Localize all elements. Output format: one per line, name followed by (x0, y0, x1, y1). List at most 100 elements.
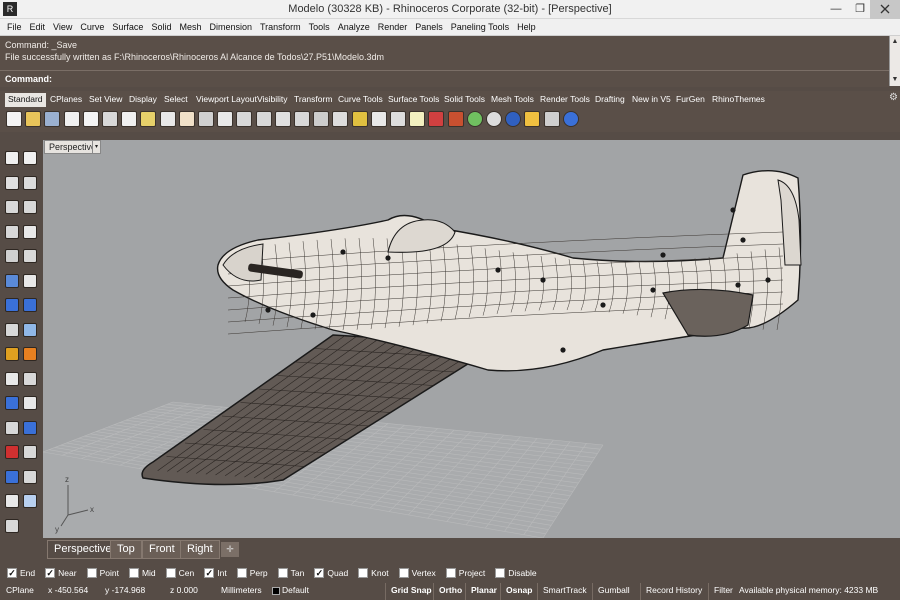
select-points-icon[interactable] (5, 151, 19, 165)
record-history-toggle[interactable]: Record History (640, 583, 707, 600)
gumball-icon[interactable] (5, 396, 19, 410)
menu-item-tools[interactable]: Tools (305, 22, 334, 32)
color-wheel-icon[interactable] (466, 111, 483, 127)
osnap-knot[interactable]: Knot (358, 567, 389, 578)
menu-item-dimension[interactable]: Dimension (205, 22, 256, 32)
tab-top[interactable]: Top (110, 540, 142, 559)
osnap-quad[interactable]: ✓ Quad (314, 567, 348, 578)
pan-icon[interactable] (178, 111, 195, 127)
scroll-down-icon[interactable]: ▼ (890, 74, 900, 86)
perspective-viewport[interactable]: z x y (43, 140, 900, 538)
polygon-icon[interactable] (5, 224, 19, 239)
checkbox[interactable] (165, 567, 176, 578)
osnap-end[interactable]: ✓ End (7, 567, 35, 578)
checkbox[interactable] (495, 567, 506, 578)
grid-icon[interactable] (23, 469, 37, 484)
checkbox[interactable]: ✓ (45, 567, 56, 578)
checkbox[interactable] (128, 567, 139, 578)
checkbox[interactable] (86, 567, 97, 578)
toolbar-tab-render-tools[interactable]: Render Tools (537, 93, 593, 107)
checkbox[interactable]: ✓ (314, 567, 325, 578)
toolbar-tab-drafting[interactable]: Drafting (592, 93, 628, 107)
toolbar-tab-transform[interactable]: Transform (291, 93, 335, 107)
toolbar-tab-solid-tools[interactable]: Solid Tools (441, 93, 488, 107)
more-tools-icon[interactable] (5, 518, 19, 533)
render-icon[interactable] (447, 111, 464, 127)
select-icon[interactable] (370, 111, 387, 127)
checkbox[interactable] (358, 567, 369, 578)
zoom-all-icon[interactable] (294, 111, 310, 127)
import-icon[interactable] (82, 111, 99, 127)
osnap-vertex[interactable]: Vertex (398, 567, 436, 578)
fillet-icon[interactable] (23, 347, 37, 361)
circle-icon[interactable] (5, 200, 19, 214)
osnap-perp[interactable]: Perp (236, 567, 268, 578)
osnap-near[interactable]: ✓ Near (45, 567, 77, 578)
paste-icon[interactable] (140, 111, 157, 127)
menu-item-transform[interactable]: Transform (256, 22, 305, 32)
rotate-view-icon[interactable] (198, 111, 214, 127)
osnap-project[interactable]: Project (445, 567, 485, 578)
smarttrack-toggle[interactable]: SmartTrack (537, 583, 592, 600)
menu-item-solid[interactable]: Solid (147, 22, 175, 32)
new-file-icon[interactable] (6, 111, 22, 127)
zoom-extents-icon[interactable] (255, 111, 272, 127)
mesh-icon[interactable] (23, 322, 37, 337)
osnap-tan[interactable]: Tan (277, 567, 304, 578)
cut-icon[interactable] (102, 111, 118, 127)
boolean-icon[interactable] (5, 347, 19, 361)
toolbar-tab-select[interactable]: Select (161, 93, 191, 107)
block-icon[interactable] (23, 494, 37, 508)
command-prompt[interactable]: Command: (0, 70, 889, 87)
filter-toggle[interactable]: Filter (708, 583, 738, 600)
rectangle-icon[interactable] (23, 175, 37, 190)
zoom-dynamic-icon[interactable] (236, 111, 253, 127)
light-icon[interactable] (409, 111, 426, 127)
checkbox[interactable] (236, 567, 247, 578)
tab-perspective[interactable]: Perspective (47, 540, 119, 559)
help-icon[interactable] (562, 111, 579, 127)
array-icon[interactable] (23, 371, 37, 386)
zoom-window-icon[interactable] (217, 111, 234, 127)
osnap-cen[interactable]: Cen (165, 567, 194, 578)
menu-item-view[interactable]: View (49, 22, 76, 32)
checkbox[interactable] (398, 567, 409, 578)
text-icon[interactable] (23, 420, 37, 435)
command-scrollbar[interactable]: ▲ ▼ (889, 36, 900, 86)
osnap-disable[interactable]: Disable (495, 567, 537, 578)
four-viewports-icon[interactable] (313, 111, 330, 127)
sphere-render-icon[interactable] (486, 111, 502, 127)
print-icon[interactable] (63, 111, 80, 127)
dimension-icon[interactable] (5, 445, 19, 459)
osnap-toggle[interactable]: Osnap (500, 583, 537, 600)
menu-item-render[interactable]: Render (374, 22, 412, 32)
material-icon[interactable] (505, 111, 522, 127)
menu-item-curve[interactable]: Curve (76, 22, 108, 32)
osnap-mid[interactable]: Mid (128, 567, 156, 578)
open-file-icon[interactable] (25, 111, 42, 127)
tab-right[interactable]: Right (180, 540, 220, 559)
toolbar-tab-new-in-v5[interactable]: New in V5 (629, 93, 674, 107)
save-icon[interactable] (44, 111, 61, 127)
add-viewport-icon[interactable]: ✛ (221, 542, 239, 557)
ortho-toggle[interactable]: Ortho (433, 583, 467, 600)
osnap-point[interactable]: Point (86, 567, 119, 578)
cplane-icon[interactable] (332, 111, 349, 127)
box-icon[interactable] (5, 298, 19, 312)
properties-icon[interactable] (390, 111, 406, 127)
toolbar-tab-display[interactable]: Display (126, 93, 160, 107)
menu-item-mesh[interactable]: Mesh (175, 22, 205, 32)
planar-toggle[interactable]: Planar (465, 583, 502, 600)
checkbox[interactable]: ✓ (204, 567, 215, 578)
gumball-toggle[interactable]: Gumball (592, 583, 635, 600)
osnap-int[interactable]: ✓ Int (204, 567, 227, 578)
close-button[interactable] (870, 0, 900, 19)
units-label[interactable]: Millimeters (221, 585, 262, 595)
toolbar-tab-cplanes[interactable]: CPlanes (47, 93, 85, 107)
cplane-label[interactable]: CPlane (6, 585, 34, 595)
menu-item-edit[interactable]: Edit (26, 22, 50, 32)
checkbox[interactable] (445, 567, 456, 578)
checkbox[interactable]: ✓ (7, 567, 17, 578)
environment-icon[interactable] (524, 111, 541, 127)
gear-icon[interactable]: ⚙ (889, 93, 899, 103)
